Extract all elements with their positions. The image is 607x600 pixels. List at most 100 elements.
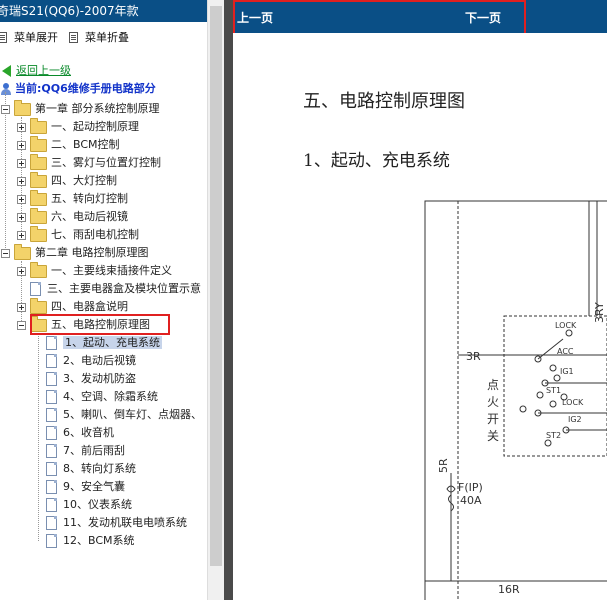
tree-leaf[interactable]: 12、BCM系统 [46,532,135,550]
tree-leaf[interactable]: 11、发动机联电电喷系统 [46,514,187,532]
menu-collapse-button[interactable]: 菜单折叠 [69,29,129,45]
switch-label-char: 关 [487,429,499,443]
collapse-icon[interactable] [17,320,26,330]
folder-icon [30,297,47,314]
document-icon [30,282,41,296]
tree-item[interactable]: 五、转向灯控制 [17,189,128,208]
menu-expand-button[interactable]: 菜单展开 [0,29,58,45]
document-icon [46,354,57,368]
folder-icon [30,225,47,242]
switch-label-char: 点 [487,378,499,392]
switch-contact [565,329,573,337]
tree-chapter-1[interactable]: 第一章 部分系统控制原理 [1,99,160,118]
expand-icon[interactable] [17,176,26,186]
document-icon [46,444,57,458]
page-navigation: 上一页 下一页 [233,0,607,41]
document-icon [46,516,57,530]
pin-label: LOCK [555,321,577,330]
user-icon [1,83,11,95]
wire-label-3r: 3R [466,350,481,363]
pin-label: ACC [557,347,574,356]
highlight-box [30,314,170,335]
folder-icon [30,189,47,206]
expand-icon[interactable] [17,158,26,168]
document-icon [46,480,57,494]
folder-icon [30,117,47,134]
switch-contact [549,400,557,408]
expand-icon[interactable] [17,140,26,150]
tree-chapter-2[interactable]: 第二章 电路控制原理图 [1,243,149,262]
list-icon [69,31,78,43]
tree-item[interactable]: 三、主要电器盒及模块位置示意 [30,280,201,298]
switch-label-char: 火 [487,395,499,409]
expand-icon[interactable] [17,122,26,132]
expand-icon[interactable] [17,230,26,240]
folder-icon [30,153,47,170]
folder-icon [30,135,47,152]
folder-icon [30,171,47,188]
tree-item[interactable]: 四、大灯控制 [17,171,117,190]
tree-item[interactable]: 七、雨刮电机控制 [17,225,139,244]
fuse-label: F(IP) [458,481,483,494]
tree-item[interactable]: 三、雾灯与位置灯控制 [17,153,161,172]
tree-leaf[interactable]: 10、仪表系统 [46,496,132,514]
document-icon [46,534,57,548]
back-link[interactable]: 返回上一级 [2,62,71,80]
document-icon [46,462,57,476]
pane-splitter[interactable] [224,0,233,600]
switch-contact [544,439,552,447]
tree-leaf-selected[interactable]: 1、起动、充电系统 [46,334,162,352]
switch-contact [536,391,544,399]
wiring-diagram: 3R 3RY 点 火 开 关 LOCK ACC IG1 ST1 LOCK IG2… [424,200,607,600]
scrollbar-thumb[interactable] [210,6,222,566]
document-icon [46,372,57,386]
wire-label-3ry: 3RY [593,302,606,323]
tree-leaf[interactable]: 9、安全气囊 [46,478,125,496]
tree-leaf[interactable]: 2、电动后视镜 [46,352,136,370]
collapse-icon[interactable] [1,248,10,258]
folder-icon [30,207,47,224]
wire-label-16r: 16R [498,583,520,596]
wire-label-5r: 5R [437,458,450,473]
document-icon [46,390,57,404]
folder-icon [30,261,47,278]
list-icon [0,31,7,43]
tree-leaf[interactable]: 8、转向灯系统 [46,460,136,478]
expand-icon[interactable] [17,266,26,276]
folder-open-icon [14,99,31,116]
tree-scrollbar[interactable] [207,0,225,600]
document-icon [46,408,57,422]
folder-open-icon [14,243,31,260]
document-view: 五、电路控制原理图 1、起动、充电系统 3R 3RY 点 火 开 关 LOCK … [233,33,607,600]
tree-item[interactable]: 二、BCM控制 [17,135,120,154]
current-location: 当前:QQ6维修手册电路部分 [1,80,156,98]
document-icon [46,498,57,512]
pin-label: ST1 [546,386,561,395]
expand-icon[interactable] [17,212,26,222]
tree-pane: 奇瑞S21(QQ6)-2007年款 菜单展开 菜单折叠 返回上一级 当前:QQ6… [0,0,207,600]
switch-label-char: 开 [487,412,499,426]
tree-leaf[interactable]: 3、发动机防盗 [46,370,136,388]
tree-connector [38,333,39,541]
tree-item[interactable]: 一、起动控制原理 [17,117,139,136]
tree-item[interactable]: 一、主要线束插接件定义 [17,261,172,280]
document-icon [46,426,57,440]
expand-icon[interactable] [17,302,26,312]
pin-label: LOCK [562,398,584,407]
document-icon [46,336,57,350]
fuse-rating: 40A [460,494,482,507]
pin-label: ST2 [546,431,561,440]
tree-leaf[interactable]: 6、收音机 [46,424,114,442]
tree-item[interactable]: 六、电动后视镜 [17,207,128,226]
pin-label: IG1 [560,367,574,376]
back-arrow-icon [2,65,11,77]
switch-contact [519,405,527,413]
tree-leaf[interactable]: 4、空调、除霜系统 [46,388,158,406]
pin-label: IG2 [568,415,582,424]
switch-contact [549,364,557,372]
app-title-bar: 奇瑞S21(QQ6)-2007年款 [0,0,207,22]
expand-icon[interactable] [17,194,26,204]
tree-leaf[interactable]: 7、前后雨刮 [46,442,125,460]
tree-leaf[interactable]: 5、喇叭、倒车灯、点烟器、 [46,406,202,424]
collapse-icon[interactable] [1,104,10,114]
